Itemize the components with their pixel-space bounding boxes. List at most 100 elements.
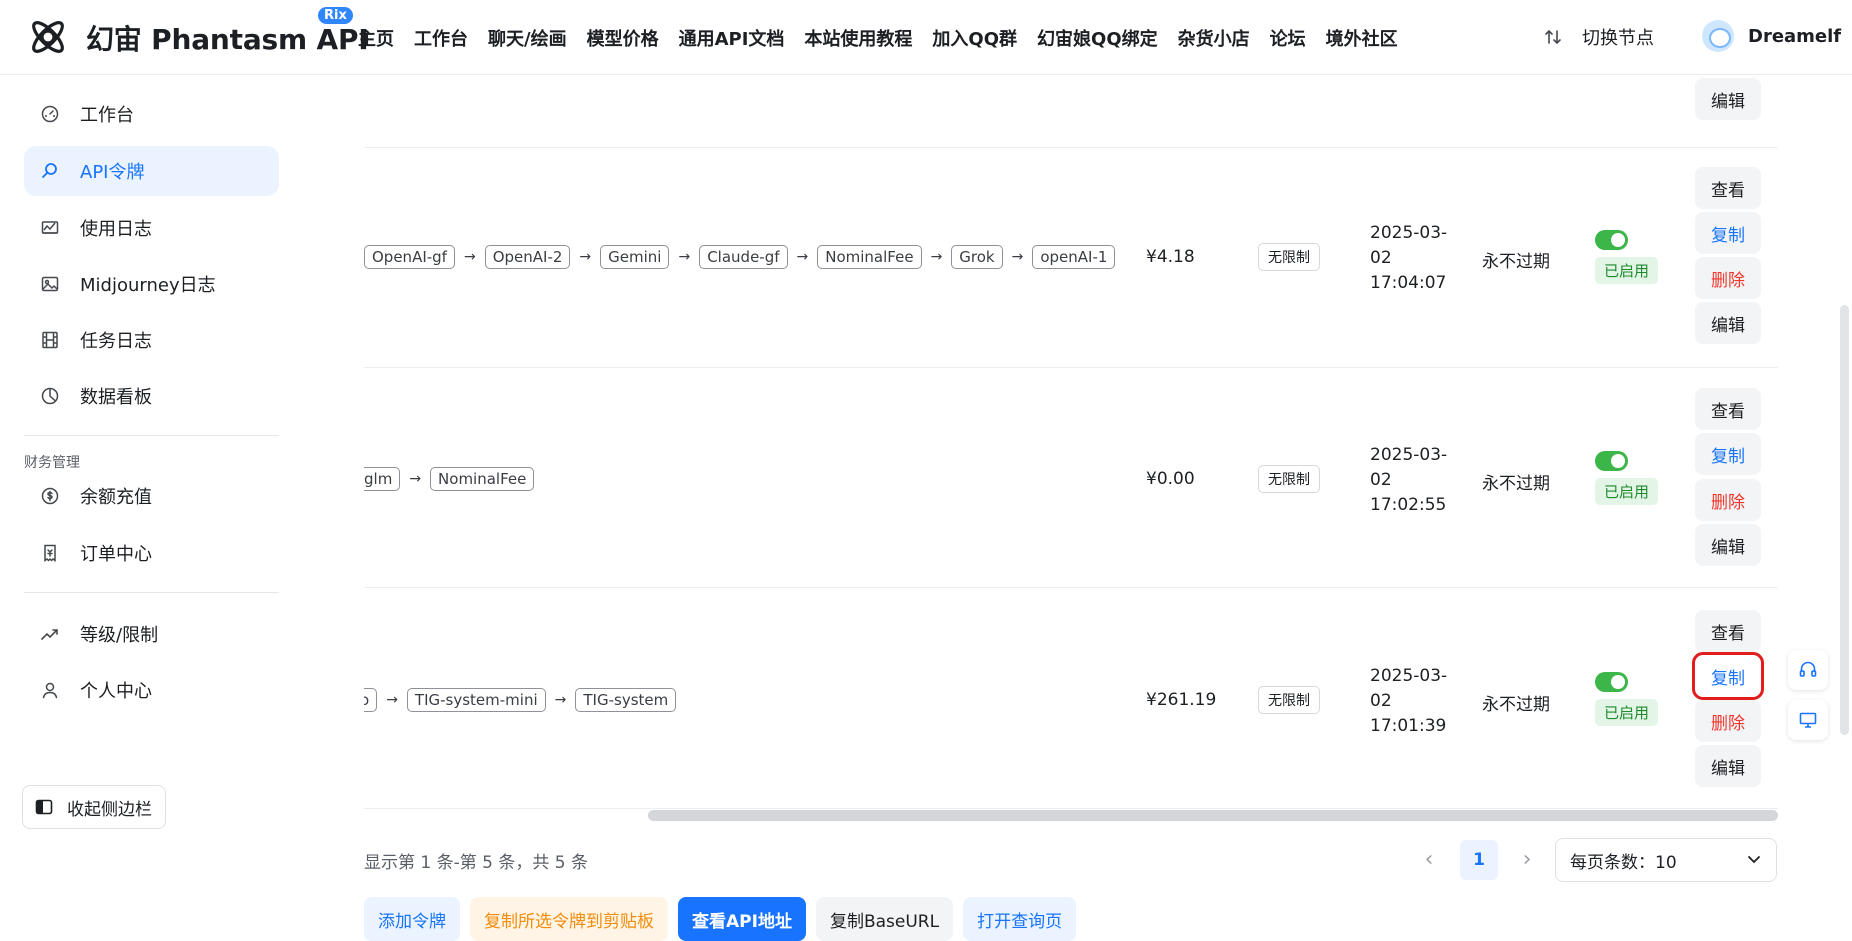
nav-join-qq-group[interactable]: 加入QQ群: [932, 25, 1017, 51]
add-token-button[interactable]: 添加令牌: [364, 897, 460, 941]
monitor-icon: [1799, 712, 1817, 728]
nav-overseas-community[interactable]: 境外社区: [1326, 25, 1398, 51]
bottom-action-bar: 添加令牌 复制所选令牌到剪贴板 查看API地址 复制BaseURL 打开查询页: [364, 897, 1086, 941]
created-time: 2025-03- 02 17:04:07: [1370, 221, 1447, 296]
created-time: 2025-03- 02 17:02:55: [1370, 443, 1447, 518]
status-toggle[interactable]: [1595, 451, 1628, 471]
view-button[interactable]: 查看: [1695, 610, 1761, 652]
edit-button[interactable]: 编辑: [1695, 745, 1761, 787]
sidebar-item-api-tokens[interactable]: API令牌: [24, 146, 279, 196]
nav-forum[interactable]: 论坛: [1270, 25, 1306, 51]
arrow-right-icon: →: [678, 249, 691, 265]
per-page-select[interactable]: 每页条数：10: [1555, 838, 1777, 882]
delete-button[interactable]: 删除: [1695, 700, 1761, 742]
copy-button[interactable]: 复制: [1692, 652, 1764, 700]
copy-button[interactable]: 复制: [1695, 433, 1761, 475]
view-button[interactable]: 查看: [1695, 167, 1761, 209]
prev-page-button[interactable]: ‹: [1414, 844, 1444, 874]
sidebar-item-orders[interactable]: 订单中心: [24, 528, 279, 578]
top-header: 幻宙 Phantasm API Rix 主页 工作台 聊天/绘画 模型价格 通用…: [0, 0, 1852, 75]
channel-chain: o → TIG-system-mini → TIG-system: [364, 687, 677, 713]
support-button[interactable]: [1788, 650, 1828, 690]
channel-tag: OpenAI-gf: [364, 245, 455, 269]
next-page-button[interactable]: ›: [1512, 844, 1542, 874]
status-toggle[interactable]: [1595, 672, 1628, 692]
channel-chain: OpenAI-gf → OpenAI-2 → Gemini → Claude-gf → …: [364, 244, 1116, 270]
created-date-line: 2025-03-: [1370, 223, 1448, 243]
sidebar-item-workspace[interactable]: 工作台: [24, 89, 279, 139]
arrow-right-icon: →: [463, 249, 476, 265]
brand-name[interactable]: 幻宙 Phantasm API: [86, 18, 369, 58]
nav-workspace[interactable]: 工作台: [414, 25, 468, 51]
channel-tag: Gemini: [600, 245, 670, 269]
sidebar-item-task-log[interactable]: 任务日志: [24, 315, 279, 365]
nav-home[interactable]: 主页: [358, 25, 394, 51]
channel-tag: o: [364, 688, 378, 712]
chevron-right-icon: ›: [1522, 846, 1532, 872]
display-button[interactable]: [1788, 700, 1828, 740]
view-api-address-button[interactable]: 查看API地址: [678, 897, 806, 941]
sidebar-item-label: 等级/限制: [80, 625, 159, 646]
status-badge: 已启用: [1595, 257, 1659, 284]
search-icon: [42, 163, 57, 178]
page-number-current[interactable]: 1: [1460, 840, 1498, 880]
chevron-down-icon: [1748, 856, 1760, 864]
nav-model-pricing[interactable]: 模型价格: [587, 25, 659, 51]
order-icon: [44, 544, 56, 562]
status-badge: 已启用: [1595, 478, 1659, 505]
created-date-line: 02: [1370, 691, 1392, 711]
status-toggle[interactable]: [1595, 230, 1628, 250]
username: Dreamelf: [1748, 25, 1842, 47]
limit-badge: 无限制: [1258, 686, 1320, 714]
user-icon: [42, 682, 58, 699]
channel-tag: NominalFee: [817, 245, 922, 269]
row-divider: [364, 147, 1778, 148]
image-icon: [41, 276, 59, 292]
channel-tag: glm: [364, 467, 401, 491]
limit-badge: 无限制: [1258, 243, 1320, 271]
switch-node-label: 切换节点: [1582, 28, 1654, 49]
created-time: 2025-03- 02 17:01:39: [1370, 664, 1447, 739]
edit-button[interactable]: 编辑: [1695, 524, 1761, 566]
expiry: 永不过期: [1482, 252, 1550, 272]
sidebar-item-profile[interactable]: 个人中心: [24, 665, 279, 715]
edit-button[interactable]: 编辑: [1695, 302, 1761, 344]
sidebar-item-usage-log[interactable]: 使用日志: [24, 203, 279, 253]
copy-selected-tokens-button[interactable]: 复制所选令牌到剪贴板: [470, 897, 668, 941]
sidebar-item-recharge[interactable]: 余额充值: [24, 471, 279, 521]
arrow-right-icon: →: [554, 692, 567, 708]
edit-button[interactable]: 编辑: [1695, 78, 1761, 120]
vertical-scrollbar[interactable]: [1840, 305, 1849, 735]
open-query-page-button[interactable]: 打开查询页: [963, 897, 1077, 941]
delete-button[interactable]: 删除: [1695, 479, 1761, 521]
user-menu[interactable]: Dreamelf: [1702, 20, 1841, 52]
nav-tutorial[interactable]: 本站使用教程: [804, 25, 912, 51]
nav-api-docs[interactable]: 通用API文档: [679, 25, 785, 51]
nav-chat-draw[interactable]: 聊天/绘画: [488, 25, 567, 51]
created-date-line: 02: [1370, 248, 1392, 268]
nav-shop[interactable]: 杂货小店: [1178, 25, 1250, 51]
sidebar-item-label: 余额充值: [80, 487, 152, 508]
row-divider: [364, 587, 1778, 588]
sidebar-item-data-dashboard[interactable]: 数据看板: [24, 371, 279, 421]
horizontal-scrollbar[interactable]: [648, 810, 1778, 821]
created-date-line: 2025-03-: [1370, 666, 1448, 686]
nav-qq-bind[interactable]: 幻宙娘QQ绑定: [1037, 25, 1158, 51]
collapse-sidebar-button[interactable]: 收起侧边栏: [22, 785, 166, 829]
copy-button[interactable]: 复制: [1695, 212, 1761, 254]
sidebar-item-midjourney-log[interactable]: Midjourney日志: [24, 259, 279, 309]
phantasm-logo-icon[interactable]: [26, 15, 70, 59]
switch-node-button[interactable]: 切换节点: [1544, 24, 1654, 50]
copy-baseurl-button[interactable]: 复制BaseURL: [815, 897, 954, 941]
sidebar-item-label: 任务日志: [80, 331, 152, 352]
arrow-right-icon: →: [1011, 249, 1024, 265]
sidebar-item-level-limits[interactable]: 等级/限制: [24, 609, 279, 659]
channel-chain: glm → NominalFee: [364, 466, 535, 492]
balance: ¥261.19: [1146, 690, 1217, 710]
sidebar-item-label: Midjourney日志: [80, 275, 216, 296]
channel-tag: TIG-system: [575, 688, 677, 712]
row-divider: [364, 367, 1778, 368]
view-button[interactable]: 查看: [1695, 388, 1761, 430]
delete-button[interactable]: 删除: [1695, 257, 1761, 299]
arrow-right-icon: →: [409, 471, 422, 487]
